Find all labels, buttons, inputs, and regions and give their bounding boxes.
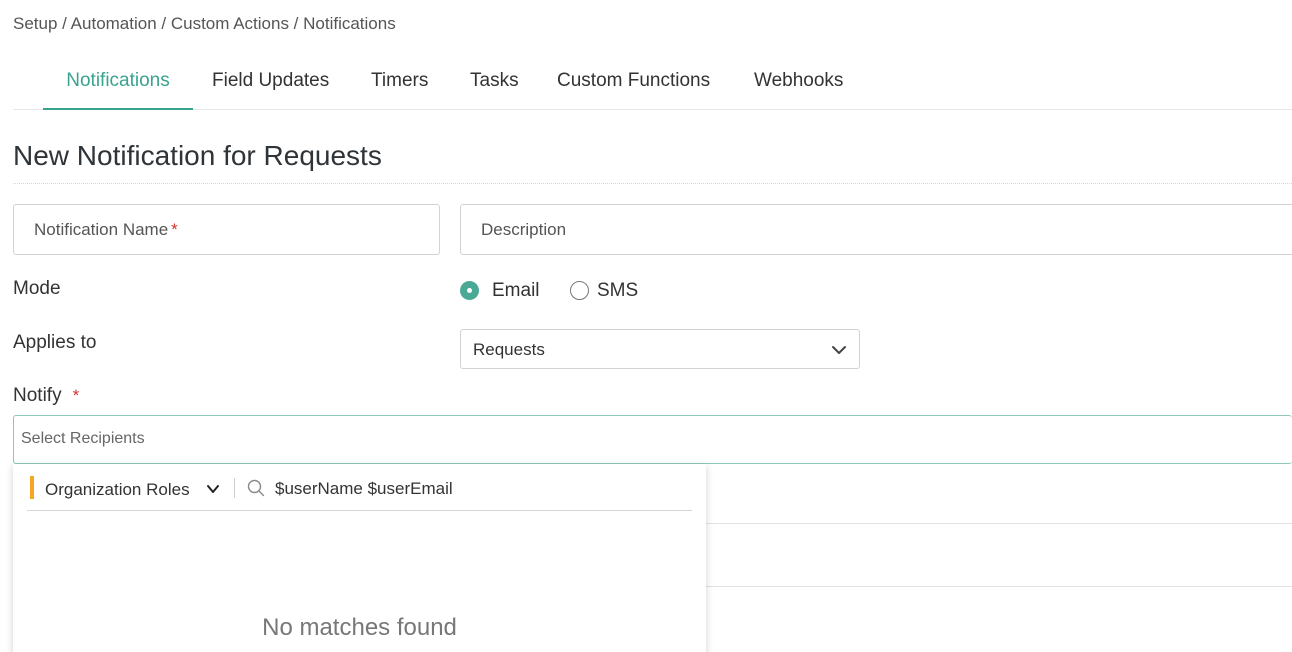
filter-accent-bar (30, 476, 34, 499)
sms-radio-label[interactable]: SMS (597, 280, 638, 302)
breadcrumb-item-setup[interactable]: Setup (13, 14, 57, 33)
recipients-dropdown: Organization Roles No matches found (13, 464, 706, 652)
search-underline (27, 510, 692, 511)
required-star: * (72, 386, 80, 405)
recipients-field[interactable] (13, 415, 1292, 464)
recipients-input[interactable] (21, 430, 921, 448)
description-placeholder: Description (481, 220, 567, 239)
tab-bar: Notifications Field Updates Timers Tasks… (13, 56, 1292, 110)
chevron-down-icon (832, 346, 846, 354)
email-radio-label[interactable]: Email (492, 280, 540, 302)
row-divider (706, 586, 1292, 587)
description-field[interactable]: Description (460, 204, 1292, 255)
breadcrumb-item-custom-actions[interactable]: Custom Actions (171, 14, 289, 33)
notification-name-placeholder: Notification Name * (34, 220, 178, 239)
applies-to-label: Applies to (13, 332, 97, 353)
breadcrumb-separator: / (156, 14, 171, 33)
tab-timers[interactable]: Timers (371, 56, 428, 110)
email-radio[interactable] (460, 281, 479, 300)
breadcrumb-item-notifications: Notifications (303, 14, 396, 33)
required-star: * (171, 220, 178, 239)
breadcrumb-item-automation[interactable]: Automation (71, 14, 157, 33)
recipient-search-input[interactable] (275, 479, 685, 499)
filter-separator (234, 478, 235, 498)
tab-field-updates[interactable]: Field Updates (212, 56, 329, 110)
sms-radio[interactable] (570, 281, 589, 300)
tab-tasks[interactable]: Tasks (470, 56, 519, 110)
row-divider (706, 523, 1292, 524)
title-divider (13, 183, 1292, 184)
notification-name-field[interactable]: Notification Name * (13, 204, 440, 255)
chevron-down-icon[interactable] (206, 482, 220, 496)
breadcrumb: Setup / Automation / Custom Actions / No… (13, 14, 396, 34)
tab-webhooks[interactable]: Webhooks (754, 56, 843, 110)
organization-roles-filter[interactable]: Organization Roles (45, 480, 190, 500)
tab-custom-functions[interactable]: Custom Functions (557, 56, 710, 110)
mode-label: Mode (13, 278, 61, 299)
page-title: New Notification for Requests (13, 140, 382, 171)
no-matches-message: No matches found (262, 614, 457, 641)
tab-notifications[interactable]: Notifications (43, 56, 193, 110)
breadcrumb-separator: / (288, 14, 304, 33)
breadcrumb-separator: / (57, 14, 71, 33)
applies-to-value: Requests (473, 340, 545, 359)
notify-label: Notify * (13, 385, 80, 406)
applies-to-select[interactable]: Requests (460, 329, 860, 369)
search-icon (247, 479, 265, 497)
